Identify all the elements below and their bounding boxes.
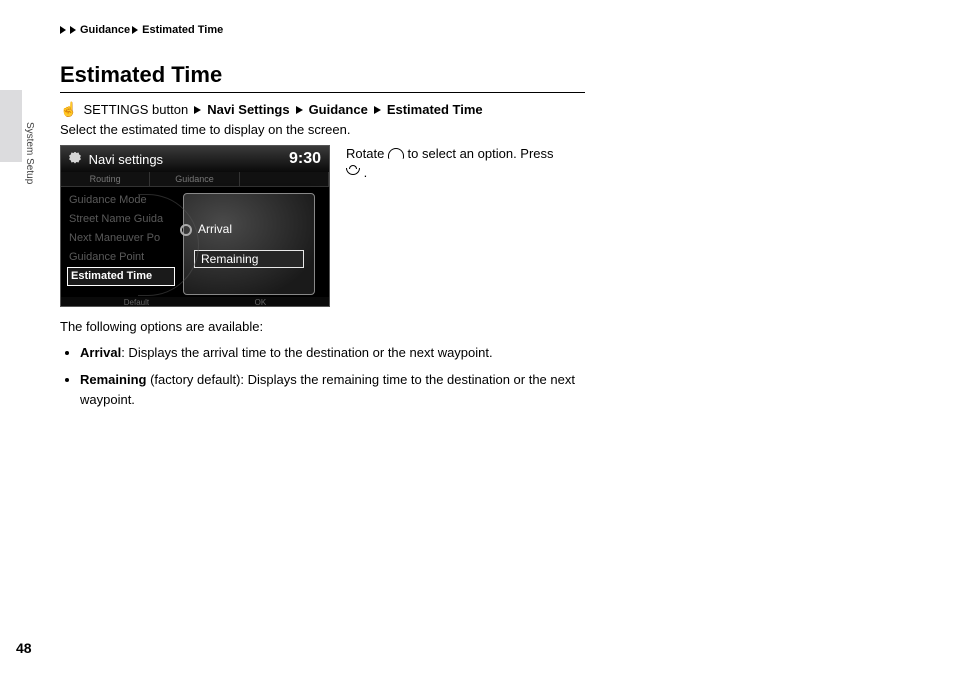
triangle-icon (132, 26, 138, 34)
screenshot-footer: Default OK (61, 297, 329, 307)
instruction-part: to select an option. Press (408, 146, 554, 161)
path-step: Navi Settings (207, 102, 289, 117)
navigation-path: ☝ SETTINGS button Navi Settings Guidance… (60, 101, 894, 118)
breadcrumb-item: Guidance (80, 24, 130, 36)
path-step: Estimated Time (387, 102, 483, 117)
instruction-part: . (364, 165, 368, 180)
rotate-dial-icon (388, 148, 404, 159)
press-button-icon (346, 168, 360, 175)
screenshot-popup: Arrival Remaining (183, 193, 315, 295)
page-number: 48 (16, 640, 32, 656)
gear-icon (69, 152, 81, 164)
screenshot-tab: Routing (61, 172, 150, 186)
screenshot-clock: 9:30 (289, 150, 321, 168)
popup-option-selected: Remaining (194, 250, 304, 268)
triangle-icon (296, 106, 303, 114)
options-list: Arrival: Displays the arrival time to th… (60, 343, 600, 410)
instruction-text: Rotate to select an option. Press . (346, 145, 586, 183)
list-item: Remaining (factory default): Displays th… (80, 370, 600, 409)
screenshot-tabs: Routing Guidance (61, 172, 329, 187)
option-label: Remaining (80, 372, 146, 387)
triangle-icon (70, 26, 76, 34)
triangle-icon (60, 26, 66, 34)
instruction-part: Rotate (346, 146, 388, 161)
path-start: SETTINGS button (83, 102, 188, 117)
option-desc: : Displays the arrival time to the desti… (121, 345, 492, 360)
footer-label: OK (255, 298, 267, 307)
list-item: Arrival: Displays the arrival time to th… (80, 343, 600, 363)
screenshot-tab (240, 172, 329, 186)
popup-option: Arrival (194, 220, 304, 238)
page-title: Estimated Time (60, 62, 585, 93)
screenshot-tab: Guidance (150, 172, 239, 186)
breadcrumb-item: Estimated Time (142, 24, 223, 36)
breadcrumb: Guidance Estimated Time (60, 24, 894, 36)
path-step: Guidance (309, 102, 368, 117)
intro-text: Select the estimated time to display on … (60, 122, 894, 137)
triangle-icon (374, 106, 381, 114)
footer-label: Default (124, 298, 149, 307)
option-note: (factory default) (146, 372, 240, 387)
screenshot-title: Navi settings (89, 152, 163, 167)
hand-icon: ☝ (60, 101, 77, 118)
options-intro: The following options are available: (60, 317, 600, 337)
triangle-icon (194, 106, 201, 114)
option-label: Arrival (80, 345, 121, 360)
device-screenshot: Navi settings 9:30 Routing Guidance Guid… (60, 145, 330, 307)
arc-decor (138, 194, 199, 296)
screenshot-header: Navi settings 9:30 (61, 146, 329, 172)
